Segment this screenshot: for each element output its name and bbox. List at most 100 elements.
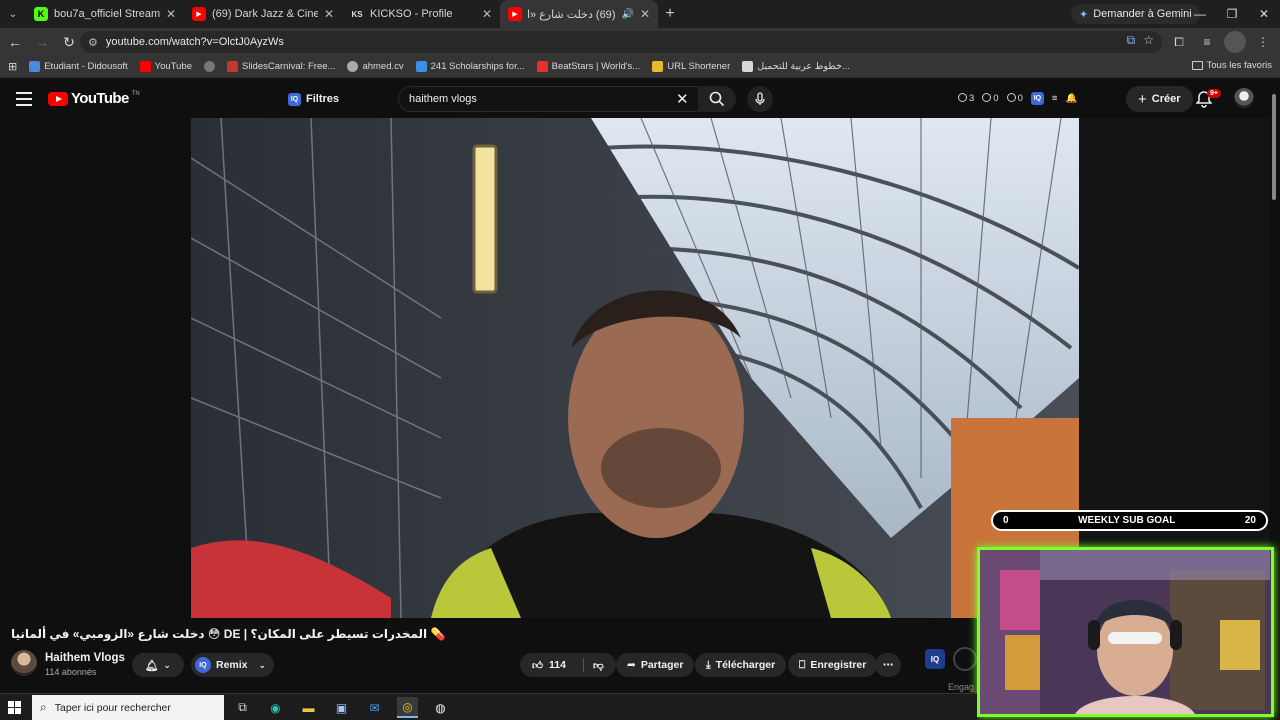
bookmark-item[interactable]: URL Shortener: [646, 61, 736, 72]
youtube-favicon-icon: ▶: [192, 7, 206, 21]
bookmark-label: 241 Scholarships for...: [430, 61, 525, 72]
video-player[interactable]: [191, 118, 1079, 618]
windows-start-icon[interactable]: [8, 701, 22, 715]
bookmark-item[interactable]: SlidesCarnival: Free...: [221, 61, 341, 72]
omnibox[interactable]: ⚙ youtube.com/watch?v=OlctJ0AyzWs ⧉ ☆: [80, 31, 1162, 53]
channel-name[interactable]: Haithem Vlogs: [45, 652, 125, 664]
bookmark-favicon-icon: [415, 61, 427, 72]
apps-icon[interactable]: ⊞: [0, 60, 23, 73]
eye-counter[interactable]: 0: [982, 93, 999, 104]
iq-extension-icon[interactable]: IQ: [1030, 92, 1044, 105]
extension-strip: 3 0 0 IQ ≡ 🔔: [958, 92, 1077, 105]
subscription-bell-button[interactable]: 🔔︎ ⌄: [132, 653, 184, 677]
browser-tab-2[interactable]: ▶ (69) Dark Jazz & Cinematic Trip ✕: [184, 0, 342, 28]
bookmark-item[interactable]: 241 Scholarships for...: [410, 61, 531, 72]
close-tab-icon[interactable]: ✕: [166, 7, 176, 21]
taskbar-search-placeholder: Taper ici pour rechercher: [54, 701, 171, 714]
bookmark-item[interactable]: BeatStars | World's...: [531, 61, 647, 72]
voice-search-button[interactable]: [747, 86, 773, 112]
close-tab-icon[interactable]: ✕: [482, 7, 492, 21]
reload-button[interactable]: ↻: [57, 30, 81, 54]
taskbar-search-input[interactable]: ⌕ Taper ici pour rechercher: [32, 695, 224, 720]
scrollbar-thumb[interactable]: [1272, 94, 1276, 200]
download-button[interactable]: ⤓ Télécharger: [695, 653, 787, 677]
youtube-wordmark: YouTube: [71, 90, 129, 107]
folder-icon: [1191, 61, 1203, 70]
bookmark-item[interactable]: خطوط عربية للتحميل...: [736, 61, 856, 72]
dislike-button[interactable]: 👎︎: [593, 659, 604, 672]
all-favorites[interactable]: Tous les favoris: [1191, 60, 1272, 71]
forward-button[interactable]: →: [30, 30, 54, 54]
edge-icon[interactable]: ◉: [265, 697, 286, 718]
eye-counter-2[interactable]: 0: [1006, 93, 1023, 104]
window-controls: — ❐ ✕: [1184, 0, 1280, 28]
more-actions-button[interactable]: ⋯: [875, 653, 901, 677]
bookmark-item[interactable]: ahmed.cv: [341, 61, 409, 72]
create-button[interactable]: + Créer: [1126, 86, 1193, 112]
browser-tab-1[interactable]: K bou7a_officiel Stream - Watch L ✕: [26, 0, 184, 28]
mail-icon[interactable]: ✉: [364, 697, 385, 718]
youtube-play-icon: [48, 91, 68, 106]
tab-title: (69) دخلت شارع «الزومبي» ف: [528, 8, 616, 21]
close-tab-icon[interactable]: ✕: [324, 7, 334, 21]
bookmark-favicon-icon: [536, 61, 548, 72]
notification-extension-icon[interactable]: 🔔: [1065, 93, 1077, 104]
bookmark-favicon-icon: [227, 61, 238, 72]
bell-icon: 🔔︎: [145, 659, 159, 672]
like-count: 114: [548, 659, 566, 671]
audio-playing-icon[interactable]: 🔊: [621, 9, 633, 20]
close-window-icon[interactable]: ✕: [1248, 0, 1280, 28]
tab-list-icon[interactable]: ≡: [1196, 31, 1218, 53]
gemini-icon: ✦: [1079, 8, 1089, 21]
save-button[interactable]: ⎕ Enregistrer: [788, 653, 878, 677]
back-button[interactable]: ←: [3, 30, 27, 54]
site-info-icon[interactable]: ⚙: [88, 36, 98, 49]
task-view-icon[interactable]: ⧉: [232, 697, 253, 718]
bookmark-star-icon[interactable]: ☆: [1143, 33, 1154, 48]
remix-button[interactable]: IQ Remix ⌄: [191, 653, 275, 677]
browser-tab-3[interactable]: KS KICKSO - Profile ✕: [342, 0, 500, 28]
gemini-button[interactable]: ✦ Demander à Gemini: [1071, 4, 1200, 24]
engagement-label: Engag: [948, 682, 975, 692]
new-tab-button[interactable]: +: [658, 5, 682, 23]
clear-search-icon[interactable]: ✕: [676, 90, 689, 108]
counter-value: 0: [993, 93, 999, 104]
tab-title: bou7a_officiel Stream - Watch L: [54, 8, 160, 20]
account-avatar[interactable]: [1234, 88, 1254, 108]
bookmark-item[interactable]: YouTube: [134, 61, 198, 72]
bookmark-icon: ⎕: [799, 658, 806, 671]
search-input[interactable]: haithem vlogs: [398, 86, 698, 112]
obs-icon[interactable]: ◍: [430, 697, 451, 718]
like-button[interactable]: 👍︎ 114: [532, 659, 566, 672]
filters-button[interactable]: IQ Filtres: [288, 87, 339, 111]
video-title: 💊 المخدرات تسيطر على المكان؟ | DE 😳 دخلت…: [11, 627, 446, 641]
hamburger-menu-icon[interactable]: [16, 92, 32, 106]
profile-avatar-icon[interactable]: [1224, 31, 1246, 53]
browser-tab-4[interactable]: ▶ (69) دخلت شارع «الزومبي» ف 🔊 ✕: [500, 0, 658, 28]
close-tab-icon[interactable]: ✕: [640, 7, 650, 21]
list-icon[interactable]: ≡: [1052, 93, 1058, 104]
minimize-icon[interactable]: —: [1184, 0, 1216, 28]
store-icon[interactable]: ▣: [331, 697, 352, 718]
chrome-icon[interactable]: ◎: [397, 697, 418, 718]
url-text[interactable]: youtube.com/watch?v=OlctJ0AyzWs: [106, 36, 284, 48]
share-button[interactable]: ➦ Partager: [616, 653, 695, 677]
clock-counter[interactable]: 3: [958, 93, 974, 104]
youtube-logo[interactable]: YouTube TN: [48, 90, 140, 107]
restore-icon[interactable]: ❐: [1216, 0, 1248, 28]
channel-avatar[interactable]: [11, 650, 37, 676]
bookmark-item[interactable]: Etudiant - Didousoft: [23, 61, 133, 72]
search-button[interactable]: [698, 86, 736, 112]
bookmark-item[interactable]: [198, 61, 221, 72]
microphone-icon: [755, 92, 765, 105]
search-value[interactable]: haithem vlogs: [409, 93, 477, 105]
iq-extension-icon: IQ: [288, 92, 301, 106]
browser-menu-icon[interactable]: ⋮: [1252, 31, 1274, 53]
file-explorer-icon[interactable]: ▬: [298, 697, 319, 718]
kick-favicon-icon: K: [34, 7, 48, 21]
divider: [582, 658, 584, 672]
extensions-icon[interactable]: ⧠: [1168, 31, 1190, 53]
tab-search-icon[interactable]: ⌄: [0, 0, 26, 28]
install-app-icon[interactable]: ⧉: [1127, 33, 1136, 48]
iq-extension-icon[interactable]: IQ: [925, 649, 945, 669]
